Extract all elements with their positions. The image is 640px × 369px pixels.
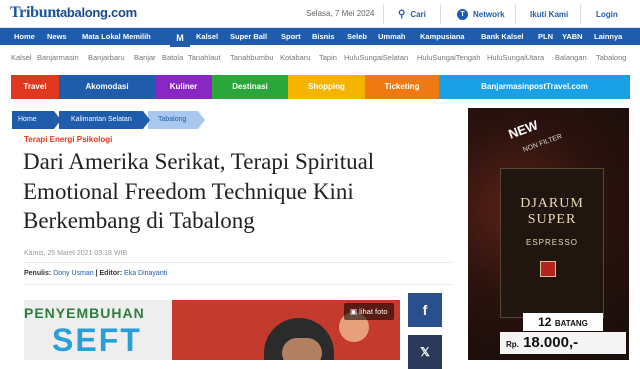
breadcrumb-home[interactable]: Home (12, 111, 61, 129)
logo-main: Tribun (10, 4, 56, 21)
penulis-label: Penulis: (24, 270, 52, 277)
login-button[interactable]: Login (596, 4, 618, 24)
mata-lokal-logo-icon: M (170, 28, 190, 47)
nav-item-bank-kalsel[interactable]: Bank Kalsel (481, 28, 524, 45)
current-date: Selasa, 7 Mei 2024 (306, 9, 375, 18)
nav-item-news[interactable]: News (47, 28, 67, 45)
region-link[interactable]: Tapin (319, 53, 337, 62)
nav-item-ummah[interactable]: Ummah (378, 28, 406, 45)
main-nav: Home News Mata Lokal Memilih Kalsel Supe… (0, 28, 640, 45)
article-title: Dari Amerika Serikat, Terapi Spiritual E… (23, 149, 375, 233)
region-link[interactable]: Batola (162, 53, 183, 62)
nav-item-kampusiana[interactable]: Kampusiana (420, 28, 465, 45)
follow-button[interactable]: Ikuti Kami (530, 4, 568, 24)
share-facebook-button[interactable]: f (408, 293, 442, 327)
category-banjarmasinpost-travel[interactable]: BanjarmasinpostTravel.com (439, 75, 630, 99)
divider (24, 284, 454, 285)
ad-brand: DJARUM SUPER (520, 196, 584, 227)
photo-banner-text: PENYEMBUHAN (24, 305, 145, 321)
region-link[interactable]: Tanahbumbu (230, 53, 273, 62)
author-link[interactable]: Dony Usman (53, 270, 93, 277)
category-destinasi[interactable]: Destinasi (212, 75, 288, 99)
ad-price-value: 18.000,- (523, 334, 579, 351)
region-link[interactable]: Balangan (555, 53, 587, 62)
divider (580, 4, 581, 24)
divider (515, 4, 516, 24)
nav-item-sport[interactable]: Sport (281, 28, 301, 45)
network-icon: T (457, 8, 468, 20)
photo-person-face (282, 338, 322, 360)
facebook-icon: f (422, 302, 428, 318)
divider (383, 4, 384, 24)
breadcrumb-kalimantan-selatan[interactable]: Kalimantan Selatan (59, 111, 150, 129)
nav-item-super-ball[interactable]: Super Ball (230, 28, 267, 45)
category-akomodasi[interactable]: Akomodasi (59, 75, 155, 99)
view-photo-label: lihat foto (359, 307, 388, 316)
nav-item-kalsel[interactable]: Kalsel (196, 28, 218, 45)
ad-count-number: 12 (538, 315, 552, 329)
share-x-button[interactable]: 𝕏 (408, 335, 442, 369)
nav-item-bisnis[interactable]: Bisnis (312, 28, 335, 45)
editor-link[interactable]: Eka Dinayanti (124, 270, 167, 277)
article-kicker[interactable]: Terapi Energi Psikologi (24, 135, 112, 144)
ad-count-unit: BATANG (554, 319, 588, 328)
divider (440, 4, 441, 24)
article-byline: Penulis: Dony Usman | Editor: Eka Dinaya… (24, 270, 167, 277)
site-logo[interactable]: Tribuntabalong.com (10, 4, 137, 22)
region-link[interactable]: HuluSungaiUtara (487, 53, 544, 62)
category-travel[interactable]: Travel (11, 75, 59, 99)
ad-price: Rp. 18.000,- (500, 332, 626, 354)
nav-item-home[interactable]: Home (14, 28, 35, 45)
search-label: Cari (410, 9, 426, 19)
nav-item-pln[interactable]: PLN (538, 28, 553, 45)
travel-category-bar: Travel Akomodasi Kuliner Destinasi Shopp… (11, 75, 630, 99)
region-bar: Kalsel Banjarmasin Banjarbaru Banjar Bat… (0, 51, 640, 65)
region-link[interactable]: Kotabaru (280, 53, 310, 62)
editor-label: | Editor: (95, 270, 123, 277)
region-link[interactable]: HuluSungaiTengah (417, 53, 480, 62)
region-link[interactable]: Tabalong (596, 53, 626, 62)
search-button[interactable]: ⚲ Cari (398, 4, 426, 24)
breadcrumb-tabalong[interactable]: Tabalong (148, 111, 205, 129)
category-ticketing[interactable]: Ticketing (365, 75, 439, 99)
view-photo-button[interactable]: ▣ lihat foto (344, 303, 394, 320)
nav-item-seleb[interactable]: Seleb (347, 28, 367, 45)
region-link[interactable]: HuluSungaiSelatan (344, 53, 408, 62)
sidebar-advertisement[interactable]: NEW NON FILTER DJARUM SUPER ESPRESSO 12 … (468, 108, 629, 360)
logo-sub: tabalong.com (55, 5, 137, 20)
ad-price-prefix: Rp. (506, 340, 519, 349)
category-shopping[interactable]: Shopping (288, 75, 365, 99)
ad-pack-emblem-icon (540, 261, 556, 277)
network-label: Network (473, 9, 505, 19)
login-label: Login (596, 9, 618, 19)
ad-count: 12 BATANG (523, 313, 603, 331)
ad-variant: ESPRESSO (525, 238, 578, 247)
region-link[interactable]: Banjarbaru (88, 53, 125, 62)
search-icon: ⚲ (398, 8, 406, 20)
region-link[interactable]: Banjarmasin (37, 53, 79, 62)
nav-item-mata-lokal[interactable]: Mata Lokal Memilih (82, 28, 151, 45)
network-button[interactable]: T Network (457, 4, 505, 24)
follow-label: Ikuti Kami (530, 9, 569, 19)
region-link[interactable]: Kalsel (11, 53, 31, 62)
article-date: Kamis, 25 Maret 2021 09:18 WIB (24, 250, 128, 257)
camera-icon: ▣ (350, 307, 360, 316)
region-link[interactable]: Banjar (134, 53, 156, 62)
nav-item-yabn[interactable]: YABN (562, 28, 583, 45)
top-header: Tribuntabalong.com Selasa, 7 Mei 2024 ⚲ … (0, 0, 640, 28)
divider (24, 262, 454, 263)
photo-banner-seft: SEFT (52, 322, 142, 358)
x-icon: 𝕏 (420, 345, 430, 359)
region-link[interactable]: Tanahlaut (188, 53, 221, 62)
nav-item-lainnya[interactable]: Lainnya (594, 28, 622, 45)
category-kuliner[interactable]: Kuliner (155, 75, 212, 99)
